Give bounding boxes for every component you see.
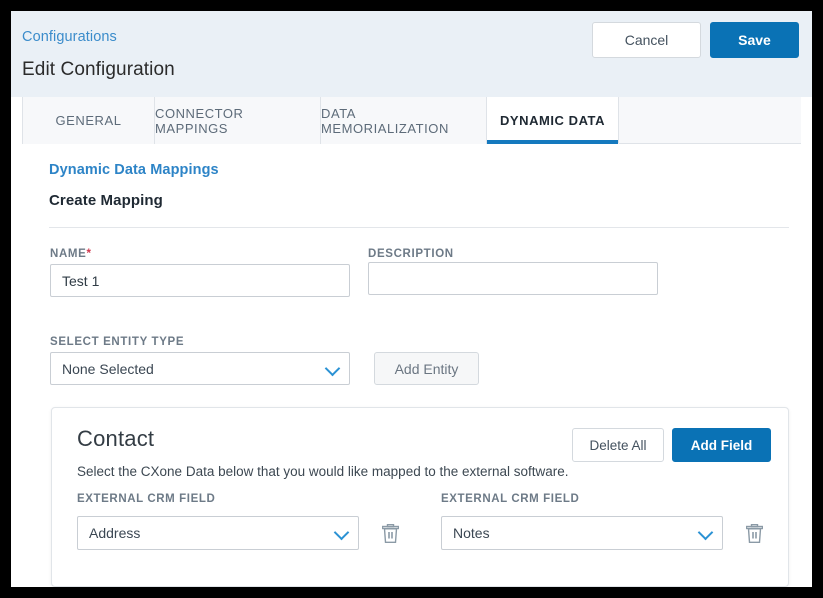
header-actions: Cancel Save: [592, 22, 799, 58]
cancel-button[interactable]: Cancel: [592, 22, 701, 58]
select-entity-type-label: SELECT ENTITY TYPE: [50, 336, 184, 348]
page-header: Configurations Edit Configuration Cancel…: [11, 11, 812, 97]
crm-field-row: EXTERNAL CRM FIELD Notes: [441, 493, 769, 550]
tab-general[interactable]: GENERAL: [22, 97, 155, 144]
contact-card-subtitle: Select the CXone Data below that you wou…: [77, 464, 569, 479]
external-crm-field-label: EXTERNAL CRM FIELD: [77, 493, 405, 505]
add-field-button[interactable]: Add Field: [672, 428, 771, 462]
name-input[interactable]: [50, 264, 350, 297]
trash-icon[interactable]: [739, 516, 769, 550]
description-input[interactable]: [368, 262, 658, 295]
breadcrumb[interactable]: Configurations: [22, 29, 117, 45]
external-crm-field-label: EXTERNAL CRM FIELD: [441, 493, 769, 505]
contact-card-actions: Delete All Add Field: [572, 428, 771, 462]
tab-data-memorialization[interactable]: DATA MEMORIALIZATION: [321, 97, 487, 144]
app-window: Configurations Edit Configuration Cancel…: [11, 11, 812, 587]
external-crm-field-value: Notes: [441, 516, 723, 550]
content-panel: GENERAL CONNECTOR MAPPINGS DATA MEMORIAL…: [22, 97, 801, 587]
tab-panel-dynamic-data: Dynamic Data Mappings Create Mapping NAM…: [22, 144, 801, 587]
save-button[interactable]: Save: [710, 22, 799, 58]
crm-field-row: EXTERNAL CRM FIELD Address: [77, 493, 405, 550]
external-crm-field-select[interactable]: Notes: [441, 516, 723, 550]
delete-all-button[interactable]: Delete All: [572, 428, 664, 462]
tab-connector-mappings[interactable]: CONNECTOR MAPPINGS: [155, 97, 321, 144]
external-crm-field-value: Address: [77, 516, 359, 550]
section-divider: [49, 227, 789, 228]
contact-card-title: Contact: [77, 426, 154, 452]
tab-dynamic-data[interactable]: DYNAMIC DATA: [487, 97, 619, 144]
contact-mapping-card: Contact Select the CXone Data below that…: [51, 407, 789, 587]
description-field-label: DESCRIPTION: [368, 248, 454, 260]
page-title: Edit Configuration: [22, 59, 175, 81]
required-marker: *: [86, 248, 91, 260]
name-label-text: NAME: [50, 248, 86, 260]
add-entity-button[interactable]: Add Entity: [374, 352, 479, 385]
tab-bar: GENERAL CONNECTOR MAPPINGS DATA MEMORIAL…: [22, 97, 801, 144]
trash-icon[interactable]: [375, 516, 405, 550]
external-crm-field-select[interactable]: Address: [77, 516, 359, 550]
entity-type-select-value: None Selected: [50, 352, 350, 385]
create-mapping-heading: Create Mapping: [49, 192, 163, 209]
entity-type-select[interactable]: None Selected: [50, 352, 350, 385]
dynamic-data-mappings-link[interactable]: Dynamic Data Mappings: [49, 162, 219, 178]
name-field-label: NAME*: [50, 248, 92, 260]
